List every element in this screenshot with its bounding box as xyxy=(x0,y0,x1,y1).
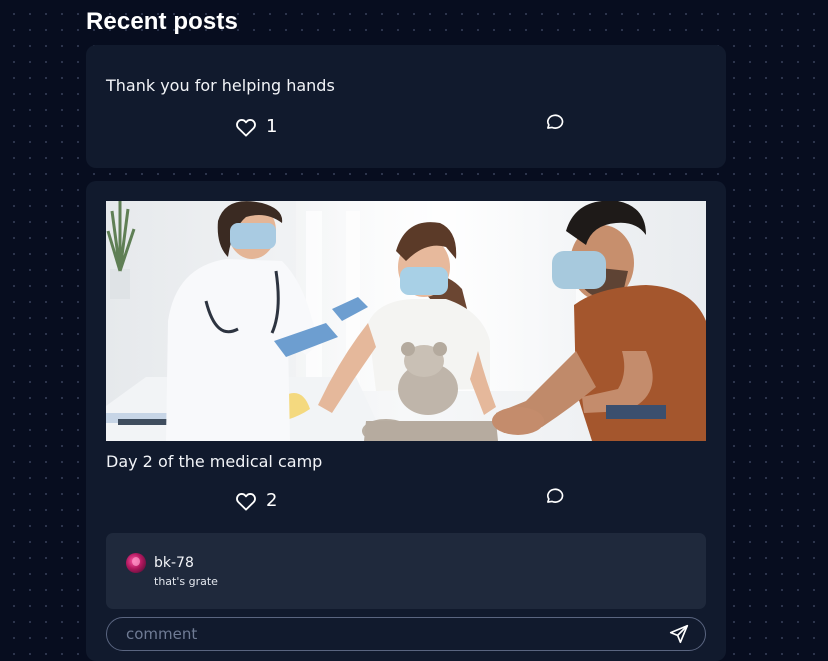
comment-button[interactable] xyxy=(544,485,568,509)
like-button[interactable]: 2 xyxy=(235,487,277,515)
heart-icon xyxy=(235,117,257,137)
comment-button[interactable] xyxy=(544,111,568,135)
post-actions: 1 xyxy=(86,113,726,141)
post-text: Day 2 of the medical camp xyxy=(106,452,323,471)
section-title: Recent posts xyxy=(86,8,238,35)
comment-text: that's grate xyxy=(154,575,218,588)
comment-input-container xyxy=(106,617,706,651)
heart-icon xyxy=(235,491,257,511)
comment-list-item: bk-78 that's grate xyxy=(106,533,706,609)
post-card: Thank you for helping hands 1 xyxy=(86,45,726,168)
avatar[interactable] xyxy=(126,553,146,573)
post-card: Day 2 of the medical camp 2 bk-78 that's… xyxy=(86,181,726,661)
post-actions: 2 xyxy=(86,487,726,515)
like-button[interactable]: 1 xyxy=(235,113,277,141)
like-count: 1 xyxy=(266,116,278,137)
like-count: 2 xyxy=(266,490,278,511)
comment-icon xyxy=(544,485,568,507)
post-image xyxy=(106,201,706,441)
comment-username[interactable]: bk-78 xyxy=(154,555,194,572)
comment-icon xyxy=(544,111,568,133)
send-button[interactable] xyxy=(668,623,690,645)
comment-input[interactable] xyxy=(126,624,646,644)
post-text: Thank you for helping hands xyxy=(106,76,335,95)
